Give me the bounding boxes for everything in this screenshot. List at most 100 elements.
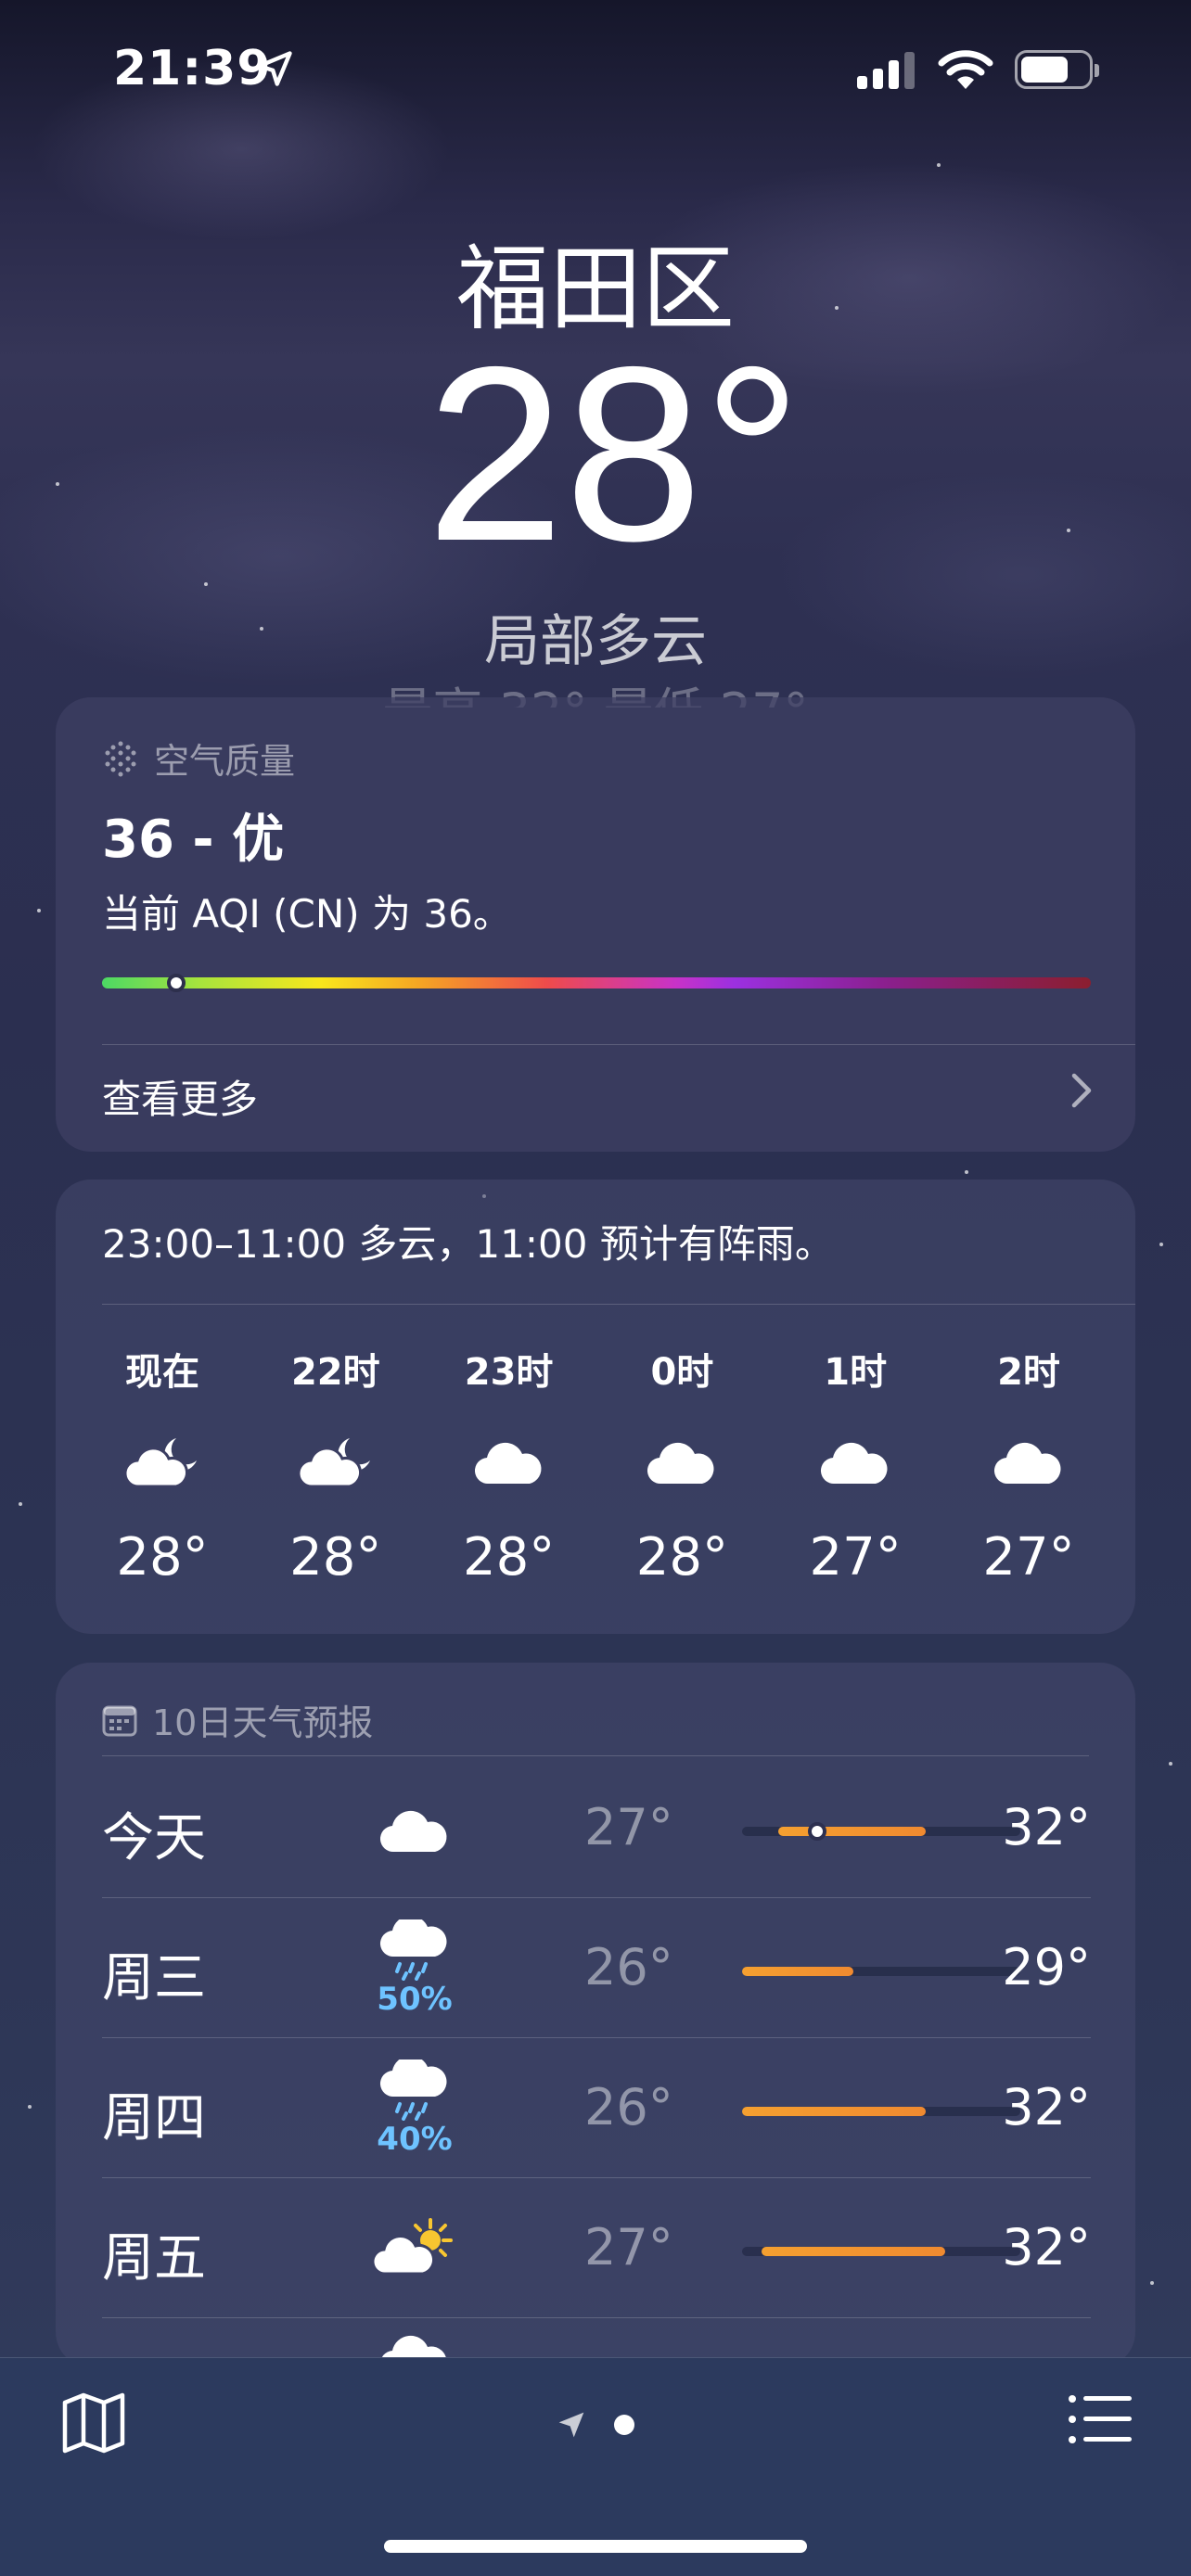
hour-label: 23时	[464, 1351, 554, 1394]
aqi-indicator	[166, 974, 186, 992]
temperature-range-track	[742, 1967, 1020, 1976]
day-row[interactable]: 周五 27° 32°	[102, 2179, 1091, 2318]
day-row[interactable]: 今天 27° 32°	[102, 1759, 1091, 1898]
cloud-rain-icon	[379, 2055, 447, 2121]
status-bar: 21:39	[0, 0, 1191, 139]
air-quality-icon	[105, 741, 136, 776]
star	[204, 582, 208, 586]
row-divider	[102, 2177, 1091, 2178]
hourly-forecast-card[interactable]: 23:00–11:00 多云，11:00 预计有阵雨。 现在 28° 22时 2…	[56, 1180, 1135, 1634]
cloud-moon-icon	[123, 1438, 197, 1488]
star	[1159, 1243, 1163, 1246]
hourly-divider	[102, 1304, 1135, 1305]
hour-temperature: 28°	[462, 1527, 556, 1588]
hour-label: 1时	[824, 1351, 888, 1394]
hour-label: 22时	[290, 1351, 380, 1394]
day-row[interactable]: 周四 40% 26° 32°	[102, 2039, 1091, 2178]
star	[965, 1170, 968, 1174]
cloud-icon	[647, 1442, 714, 1485]
day-low: 26°	[584, 1938, 673, 1996]
temperature-range-track	[742, 1822, 1020, 1841]
star	[19, 1502, 22, 1506]
precipitation-chance: 50%	[377, 1981, 453, 2018]
row-divider	[102, 1897, 1091, 1898]
aqi-scale-bar	[102, 974, 1091, 992]
star	[28, 2105, 32, 2109]
day-name: 周四	[102, 2088, 206, 2149]
star	[1169, 1762, 1172, 1766]
air-quality-card[interactable]: 空气质量 36 - 优 当前 AQI (CN) 为 36。 查看更多	[56, 697, 1135, 1152]
hour-temperature: 28°	[635, 1527, 729, 1588]
temperature-range-bar	[742, 1967, 853, 1976]
map-icon[interactable]	[61, 2390, 126, 2455]
location-page-icon[interactable]	[557, 2410, 586, 2440]
cloud-icon	[379, 1810, 447, 1853]
day-row[interactable]: 周三 50% 26° 29°	[102, 1899, 1091, 2038]
wifi-icon	[938, 50, 993, 89]
hour-temperature: 28°	[116, 1527, 209, 1588]
star	[937, 163, 941, 167]
current-temperature: 28°	[426, 314, 802, 593]
cloud-moon-icon	[297, 1438, 370, 1488]
hour-label: 0时	[650, 1351, 714, 1394]
hour-temperature: 27°	[982, 1527, 1075, 1588]
chevron-right-icon[interactable]	[1069, 1070, 1095, 1111]
row-divider	[102, 2037, 1091, 2038]
day-name: 周五	[102, 2228, 206, 2289]
aqi-value: 36 - 优	[102, 810, 285, 870]
hour-item: 22时 28°	[257, 1342, 415, 1588]
battery-icon	[1015, 50, 1099, 89]
hour-item: 现在 28°	[83, 1342, 241, 1588]
row-divider	[102, 2317, 1091, 2318]
location-arrow-icon	[257, 51, 292, 86]
temperature-range-bar	[762, 2247, 945, 2256]
star	[37, 909, 41, 912]
cloud-icon	[993, 1442, 1061, 1485]
day-high: 32°	[1002, 2078, 1091, 2136]
day-low: 26°	[584, 2078, 673, 2136]
ten-day-title: 10日天气预报	[152, 1702, 374, 1743]
hour-temperature: 28°	[289, 1527, 382, 1588]
day-high: 29°	[1002, 1938, 1091, 1996]
air-quality-header: 空气质量	[102, 733, 295, 784]
list-icon[interactable]	[1067, 2391, 1132, 2447]
hourly-list[interactable]: 现在 28° 22时 28° 23时 28° 0时 28° 1时 27° 2时 …	[83, 1342, 1108, 1588]
temperature-range-bar	[742, 2107, 926, 2116]
temperature-range-track	[742, 2107, 1020, 2116]
home-indicator[interactable]	[384, 2540, 807, 2553]
temperature-range-track	[742, 2247, 1020, 2256]
hour-item: 0时 28°	[603, 1342, 761, 1588]
hour-item: 1时 27°	[776, 1342, 934, 1588]
status-time: 21:39	[113, 41, 272, 96]
calendar-icon	[102, 1705, 137, 1736]
day-high: 32°	[1002, 2218, 1091, 2276]
page-dot-current[interactable]	[614, 2415, 634, 2435]
hour-item: 23时 28°	[430, 1342, 588, 1588]
day-low: 27°	[584, 1798, 673, 1856]
cloud-icon	[474, 1442, 542, 1485]
day-high: 32°	[1002, 1798, 1091, 1856]
page-indicator[interactable]	[557, 2410, 634, 2440]
day-name: 今天	[102, 1808, 206, 1868]
aqi-divider	[102, 1044, 1135, 1045]
aqi-description: 当前 AQI (CN) 为 36。	[102, 891, 512, 937]
hour-item: 2时 27°	[950, 1342, 1108, 1588]
cellular-signal-icon	[857, 52, 915, 89]
hourly-summary: 23:00–11:00 多云，11:00 预计有阵雨。	[102, 1221, 834, 1267]
current-temperature-dot	[808, 1822, 826, 1841]
ten-day-divider	[102, 1755, 1089, 1756]
day-name: 周三	[102, 1948, 206, 2009]
cloud-icon	[821, 1442, 888, 1485]
hour-label: 2时	[997, 1351, 1060, 1394]
bottom-toolbar	[0, 2357, 1191, 2576]
cloud-sun-icon	[371, 2218, 453, 2276]
precipitation-chance: 40%	[377, 2121, 453, 2158]
ten-day-forecast-card[interactable]: 10日天气预报 今天 27° 32° 周三 50% 26° 29° 周四 40%…	[56, 1663, 1135, 2367]
temperature-range-bar	[778, 1827, 926, 1836]
hour-temperature: 27°	[809, 1527, 902, 1588]
hour-label: 现在	[125, 1351, 199, 1394]
star	[1150, 2281, 1154, 2285]
see-more-link[interactable]: 查看更多	[102, 1068, 258, 1125]
day-low: 27°	[584, 2218, 673, 2276]
cloud-rain-icon	[379, 1915, 447, 1981]
